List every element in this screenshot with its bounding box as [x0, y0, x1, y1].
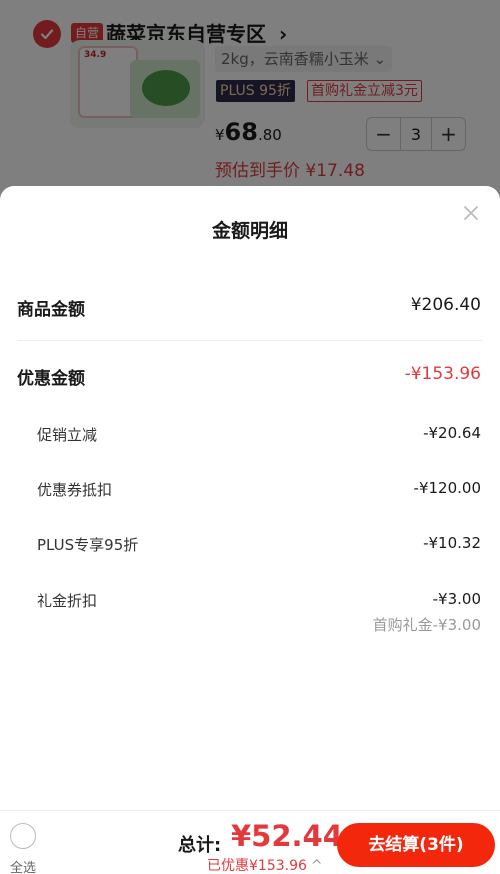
discount-amount-value: -¥153.96 [404, 364, 481, 384]
coupon-label: 优惠券抵扣 [37, 481, 113, 499]
promo-value: -¥20.64 [423, 424, 481, 442]
coupon-value: -¥120.00 [413, 479, 481, 497]
chevron-up-icon: ^ [310, 858, 323, 874]
gift-label: 礼金折扣 [37, 592, 98, 610]
goods-amount-label: 商品金额 [17, 300, 85, 320]
total-label: 总计: [178, 835, 222, 856]
sheet-title: 金额明细 [211, 220, 288, 242]
close-icon[interactable] [460, 202, 482, 224]
goods-amount-value: ¥206.40 [410, 295, 481, 315]
bottom-bar: 全选 总计: ¥52.44 已优惠¥153.96 ^ 去结算(3件) [0, 810, 500, 874]
select-all-checkbox[interactable] [10, 823, 36, 849]
saved-text: 已优惠¥153.96 [207, 858, 307, 874]
divider [17, 340, 482, 341]
discount-amount-label: 优惠金额 [17, 369, 85, 389]
promo-label: 促销立减 [37, 426, 98, 444]
checkout-button[interactable]: 去结算(3件) [337, 823, 495, 867]
gift-note: 首购礼金-¥3.00 [372, 616, 481, 634]
select-all-label[interactable]: 全选 [10, 857, 36, 874]
total-value: ¥52.44 [231, 819, 343, 853]
plus-label: PLUS专享95折 [37, 536, 139, 554]
amount-detail-sheet: 金额明细 商品金额 ¥206.40 优惠金额 -¥153.96 促销立减 -¥2… [0, 186, 500, 810]
plus-value: -¥10.32 [423, 534, 481, 552]
saved-amount[interactable]: 已优惠¥153.96 ^ [207, 855, 323, 874]
gift-value: -¥3.00 [432, 590, 481, 608]
